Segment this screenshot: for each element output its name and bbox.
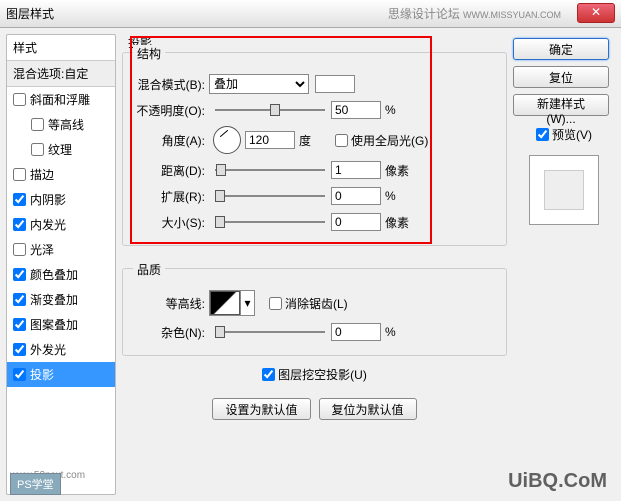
noise-unit: % — [385, 325, 413, 339]
titlebar: 图层样式 思缘设计论坛 WWW.MISSYUAN.COM ✕ — [0, 0, 621, 28]
shadow-color-swatch[interactable] — [315, 75, 355, 93]
contour-picker[interactable]: ▾ — [209, 290, 255, 316]
size-input[interactable] — [331, 213, 381, 231]
style-item-9[interactable]: 图案叠加 — [7, 312, 115, 337]
make-default-button[interactable]: 设置为默认值 — [212, 398, 310, 420]
badge: PS学堂 — [10, 473, 61, 495]
action-panel: 确定 复位 新建样式(W)... 预览(V) — [513, 34, 615, 495]
close-button[interactable]: ✕ — [577, 3, 615, 23]
style-item-label: 内发光 — [30, 216, 66, 233]
style-item-checkbox[interactable] — [31, 143, 44, 156]
style-item-0[interactable]: 斜面和浮雕 — [7, 87, 115, 112]
style-item-label: 投影 — [30, 366, 54, 383]
style-item-checkbox[interactable] — [13, 293, 26, 306]
distance-unit: 像素 — [385, 162, 413, 179]
style-item-4[interactable]: 内阴影 — [7, 187, 115, 212]
preview-box — [529, 155, 599, 225]
style-item-checkbox[interactable] — [13, 318, 26, 331]
global-light-checkbox[interactable]: 使用全局光(G) — [335, 132, 428, 149]
style-item-label: 内阴影 — [30, 191, 66, 208]
contour-label: 等高线: — [131, 295, 209, 312]
style-item-label: 颜色叠加 — [30, 266, 78, 283]
style-item-checkbox[interactable] — [13, 343, 26, 356]
style-item-checkbox[interactable] — [13, 93, 26, 106]
spread-slider[interactable] — [215, 188, 325, 204]
distance-label: 距离(D): — [131, 162, 209, 179]
angle-label: 角度(A): — [131, 132, 209, 149]
quality-legend: 品质 — [133, 261, 165, 278]
opacity-input[interactable] — [331, 101, 381, 119]
settings-panel: 投影 结构 混合模式(B): 叠加 不透明度(O): % 角度(A): 度 — [122, 34, 507, 495]
style-item-7[interactable]: 颜色叠加 — [7, 262, 115, 287]
chevron-down-icon: ▾ — [240, 291, 254, 315]
structure-legend: 结构 — [133, 45, 165, 62]
noise-slider[interactable] — [215, 324, 325, 340]
blend-mode-select[interactable]: 叠加 — [209, 74, 309, 94]
spread-unit: % — [385, 189, 413, 203]
watermark: UiBQ.CoM — [508, 470, 607, 493]
style-item-1[interactable]: 等高线 — [7, 112, 115, 137]
styles-header: 样式 — [7, 35, 115, 61]
preview-thumbnail — [544, 170, 584, 210]
style-item-3[interactable]: 描边 — [7, 162, 115, 187]
style-item-checkbox[interactable] — [31, 118, 44, 131]
style-item-label: 渐变叠加 — [30, 291, 78, 308]
style-item-checkbox[interactable] — [13, 268, 26, 281]
cancel-button[interactable]: 复位 — [513, 66, 609, 88]
style-item-11[interactable]: 投影 — [7, 362, 115, 387]
size-unit: 像素 — [385, 214, 413, 231]
ok-button[interactable]: 确定 — [513, 38, 609, 60]
style-item-2[interactable]: 纹理 — [7, 137, 115, 162]
preview-checkbox[interactable]: 预览(V) — [513, 126, 615, 143]
style-item-label: 光泽 — [30, 241, 54, 258]
angle-dial[interactable] — [213, 126, 241, 154]
angle-unit: 度 — [299, 132, 327, 149]
style-item-label: 外发光 — [30, 341, 66, 358]
style-item-checkbox[interactable] — [13, 168, 26, 181]
style-item-label: 等高线 — [48, 116, 84, 133]
blending-options-item[interactable]: 混合选项:自定 — [7, 61, 115, 87]
new-style-button[interactable]: 新建样式(W)... — [513, 94, 609, 116]
style-item-5[interactable]: 内发光 — [7, 212, 115, 237]
size-label: 大小(S): — [131, 214, 209, 231]
opacity-slider[interactable] — [215, 102, 325, 118]
forum-text: 思缘设计论坛 WWW.MISSYUAN.COM — [388, 5, 561, 22]
style-list: 斜面和浮雕等高线纹理描边内阴影内发光光泽颜色叠加渐变叠加图案叠加外发光投影 — [7, 87, 115, 494]
size-slider[interactable] — [215, 214, 325, 230]
style-item-checkbox[interactable] — [13, 193, 26, 206]
style-item-checkbox[interactable] — [13, 243, 26, 256]
style-item-label: 纹理 — [48, 141, 72, 158]
style-item-label: 描边 — [30, 166, 54, 183]
blend-mode-label: 混合模式(B): — [131, 76, 209, 93]
style-item-checkbox[interactable] — [13, 218, 26, 231]
contour-swatch-icon — [210, 291, 240, 315]
spread-label: 扩展(R): — [131, 188, 209, 205]
distance-slider[interactable] — [215, 162, 325, 178]
distance-input[interactable] — [331, 161, 381, 179]
opacity-label: 不透明度(O): — [131, 102, 209, 119]
style-item-6[interactable]: 光泽 — [7, 237, 115, 262]
styles-panel: 样式 混合选项:自定 斜面和浮雕等高线纹理描边内阴影内发光光泽颜色叠加渐变叠加图… — [6, 34, 116, 495]
noise-label: 杂色(N): — [131, 324, 209, 341]
style-item-8[interactable]: 渐变叠加 — [7, 287, 115, 312]
structure-group: 结构 混合模式(B): 叠加 不透明度(O): % 角度(A): 度 — [122, 52, 507, 246]
reset-default-button[interactable]: 复位为默认值 — [319, 398, 417, 420]
style-item-10[interactable]: 外发光 — [7, 337, 115, 362]
opacity-unit: % — [385, 103, 413, 117]
spread-input[interactable] — [331, 187, 381, 205]
angle-input[interactable] — [245, 131, 295, 149]
antialias-checkbox[interactable]: 消除锯齿(L) — [269, 295, 348, 312]
noise-input[interactable] — [331, 323, 381, 341]
quality-group: 品质 等高线: ▾ 消除锯齿(L) 杂色(N): % — [122, 268, 507, 356]
style-item-label: 图案叠加 — [30, 316, 78, 333]
knockout-checkbox[interactable]: 图层挖空投影(U) — [262, 366, 367, 383]
style-item-label: 斜面和浮雕 — [30, 91, 90, 108]
style-item-checkbox[interactable] — [13, 368, 26, 381]
